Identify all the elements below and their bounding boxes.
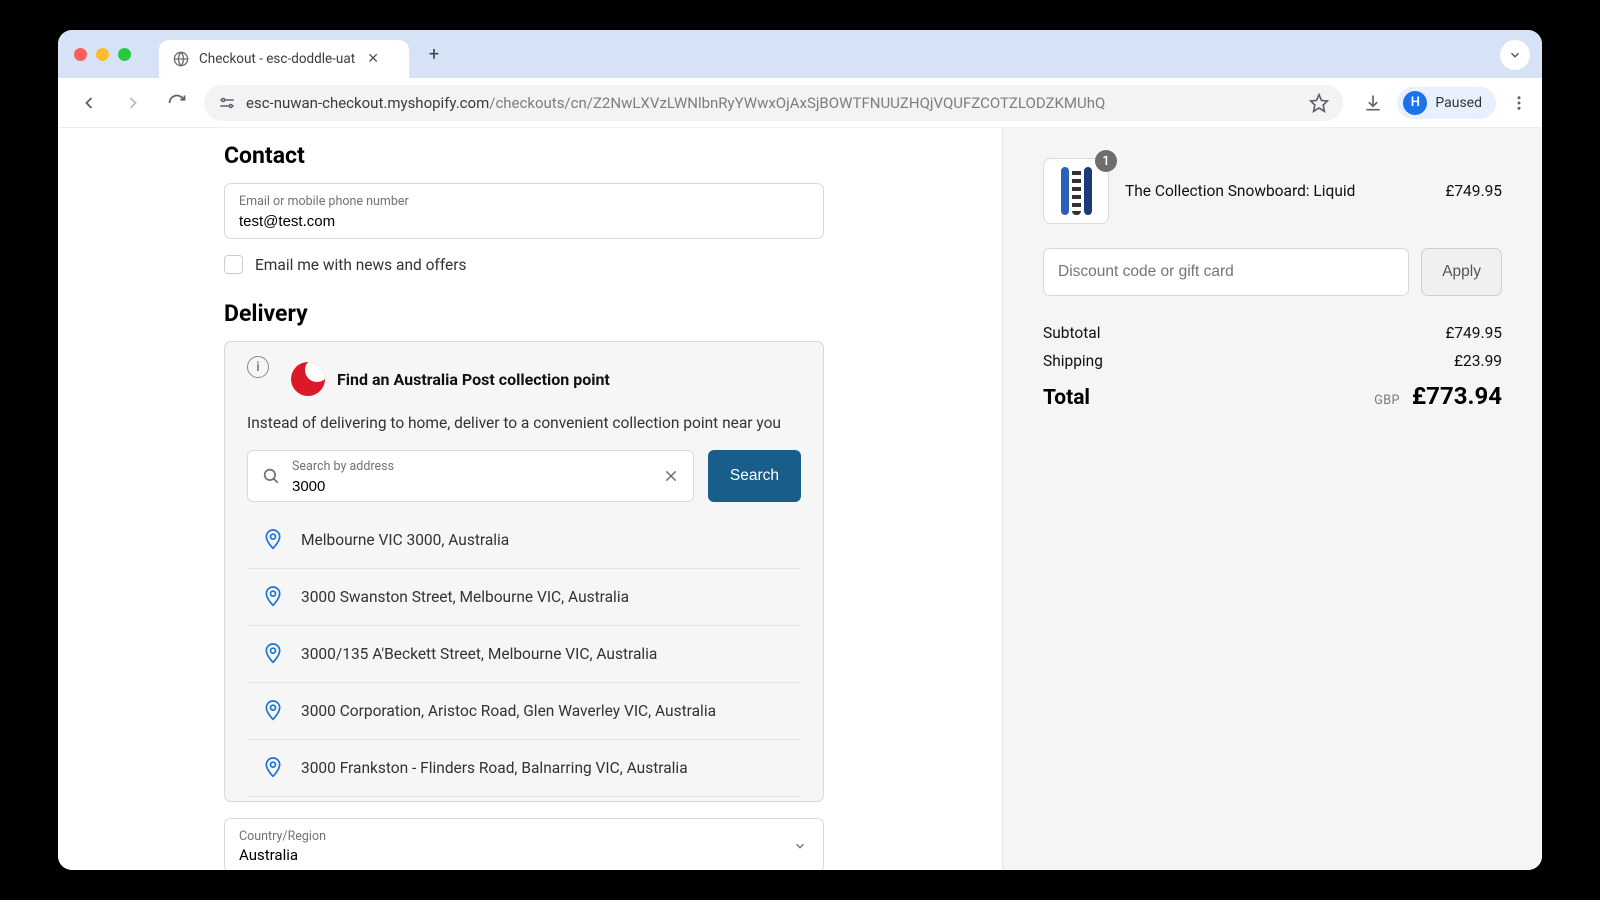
collection-point-panel: i Find an Australia Post collection poin…	[224, 341, 824, 802]
result-item[interactable]: 3000 Swanston Street, Melbourne VIC, Aus…	[247, 569, 801, 626]
shipping-row: Shipping £23.99	[1043, 352, 1502, 370]
search-results: Melbourne VIC 3000, Australia 3000 Swans…	[247, 512, 801, 797]
search-input[interactable]	[292, 478, 653, 495]
shipping-value: £23.99	[1454, 352, 1502, 370]
chevron-down-icon	[793, 839, 807, 853]
tab-list-dropdown[interactable]	[1500, 40, 1530, 70]
result-item[interactable]: 3000 Corporation, Aristoc Road, Glen Wav…	[247, 683, 801, 740]
result-item[interactable]: Melbourne VIC 3000, Australia	[247, 512, 801, 569]
result-text: 3000 Swanston Street, Melbourne VIC, Aus…	[301, 588, 629, 606]
profile-status: Paused	[1435, 95, 1482, 111]
location-pin-icon	[263, 699, 283, 723]
email-input[interactable]	[239, 213, 809, 230]
browser-window: Checkout - esc-doddle-uat ✕ + esc-nuwan-…	[58, 30, 1542, 870]
profile-avatar: H	[1403, 91, 1427, 115]
url-text: esc-nuwan-checkout.myshopify.com/checkou…	[246, 94, 1299, 112]
total-label: Total	[1043, 386, 1090, 410]
tab-bar: Checkout - esc-doddle-uat ✕ +	[58, 30, 1542, 78]
result-item[interactable]: 3000 Frankston - Flinders Road, Balnarri…	[247, 740, 801, 797]
email-field[interactable]: Email or mobile phone number	[224, 183, 824, 239]
downloads-icon[interactable]	[1363, 93, 1383, 113]
product-price: £749.95	[1445, 182, 1502, 200]
product-name: The Collection Snowboard: Liquid	[1125, 182, 1429, 200]
news-label: Email me with news and offers	[255, 256, 467, 274]
contact-heading: Contact	[224, 142, 824, 169]
order-summary: 1 The Collection Snowboard: Liquid £749.…	[1002, 128, 1542, 870]
minimize-window-icon[interactable]	[96, 48, 109, 61]
forward-button[interactable]	[116, 86, 150, 120]
australia-post-logo-icon	[291, 362, 325, 396]
location-pin-icon	[263, 585, 283, 609]
back-button[interactable]	[72, 86, 106, 120]
result-item[interactable]: 3000/135 A'Beckett Street, Melbourne VIC…	[247, 626, 801, 683]
location-pin-icon	[263, 642, 283, 666]
checkout-form: Contact Email or mobile phone number Ema…	[58, 128, 1002, 870]
tab-checkout[interactable]: Checkout - esc-doddle-uat ✕	[159, 40, 409, 78]
menu-icon[interactable]	[1510, 94, 1528, 112]
page-content: Contact Email or mobile phone number Ema…	[58, 128, 1542, 870]
email-label: Email or mobile phone number	[239, 194, 809, 209]
country-label: Country/Region	[239, 829, 809, 844]
subtotal-row: Subtotal £749.95	[1043, 324, 1502, 342]
location-pin-icon	[263, 756, 283, 780]
close-tab-icon[interactable]: ✕	[365, 51, 381, 67]
discount-input[interactable]	[1043, 248, 1409, 296]
result-text: Melbourne VIC 3000, Australia	[301, 531, 509, 549]
news-offers-row[interactable]: Email me with news and offers	[224, 255, 824, 274]
address-bar: esc-nuwan-checkout.myshopify.com/checkou…	[58, 78, 1542, 128]
currency-label: GBP	[1374, 393, 1400, 408]
total-value: £773.94	[1412, 382, 1502, 410]
country-select[interactable]: Country/Region Australia	[224, 818, 824, 870]
search-label: Search by address	[292, 459, 653, 474]
new-tab-button[interactable]: +	[419, 39, 449, 69]
maximize-window-icon[interactable]	[118, 48, 131, 61]
result-text: 3000/135 A'Beckett Street, Melbourne VIC…	[301, 645, 657, 663]
search-button[interactable]: Search	[708, 450, 801, 502]
location-pin-icon	[263, 528, 283, 552]
cart-item: 1 The Collection Snowboard: Liquid £749.…	[1043, 158, 1502, 224]
window-controls	[74, 48, 131, 61]
search-address-field[interactable]: Search by address	[247, 450, 694, 502]
close-window-icon[interactable]	[74, 48, 87, 61]
apply-button[interactable]: Apply	[1421, 248, 1502, 296]
country-value: Australia	[239, 846, 809, 864]
info-icon: i	[247, 356, 269, 378]
news-checkbox[interactable]	[224, 255, 243, 274]
site-settings-icon[interactable]	[218, 94, 236, 112]
clear-search-icon[interactable]	[663, 468, 679, 484]
delivery-heading: Delivery	[224, 300, 824, 327]
globe-icon	[173, 51, 189, 67]
subtotal-value: £749.95	[1445, 324, 1502, 342]
result-text: 3000 Frankston - Flinders Road, Balnarri…	[301, 759, 688, 777]
tab-title: Checkout - esc-doddle-uat	[199, 51, 355, 67]
total-row: Total GBP £773.94	[1043, 382, 1502, 410]
shipping-label: Shipping	[1043, 352, 1103, 370]
url-field[interactable]: esc-nuwan-checkout.myshopify.com/checkou…	[204, 85, 1343, 121]
quantity-badge: 1	[1095, 150, 1117, 172]
search-icon	[262, 467, 280, 485]
result-text: 3000 Corporation, Aristoc Road, Glen Wav…	[301, 702, 716, 720]
reload-button[interactable]	[160, 86, 194, 120]
subtotal-label: Subtotal	[1043, 324, 1100, 342]
profile-chip[interactable]: H Paused	[1397, 87, 1496, 119]
panel-title: Find an Australia Post collection point	[337, 370, 610, 389]
panel-description: Instead of delivering to home, deliver t…	[247, 414, 801, 432]
bookmark-icon[interactable]	[1309, 93, 1329, 113]
